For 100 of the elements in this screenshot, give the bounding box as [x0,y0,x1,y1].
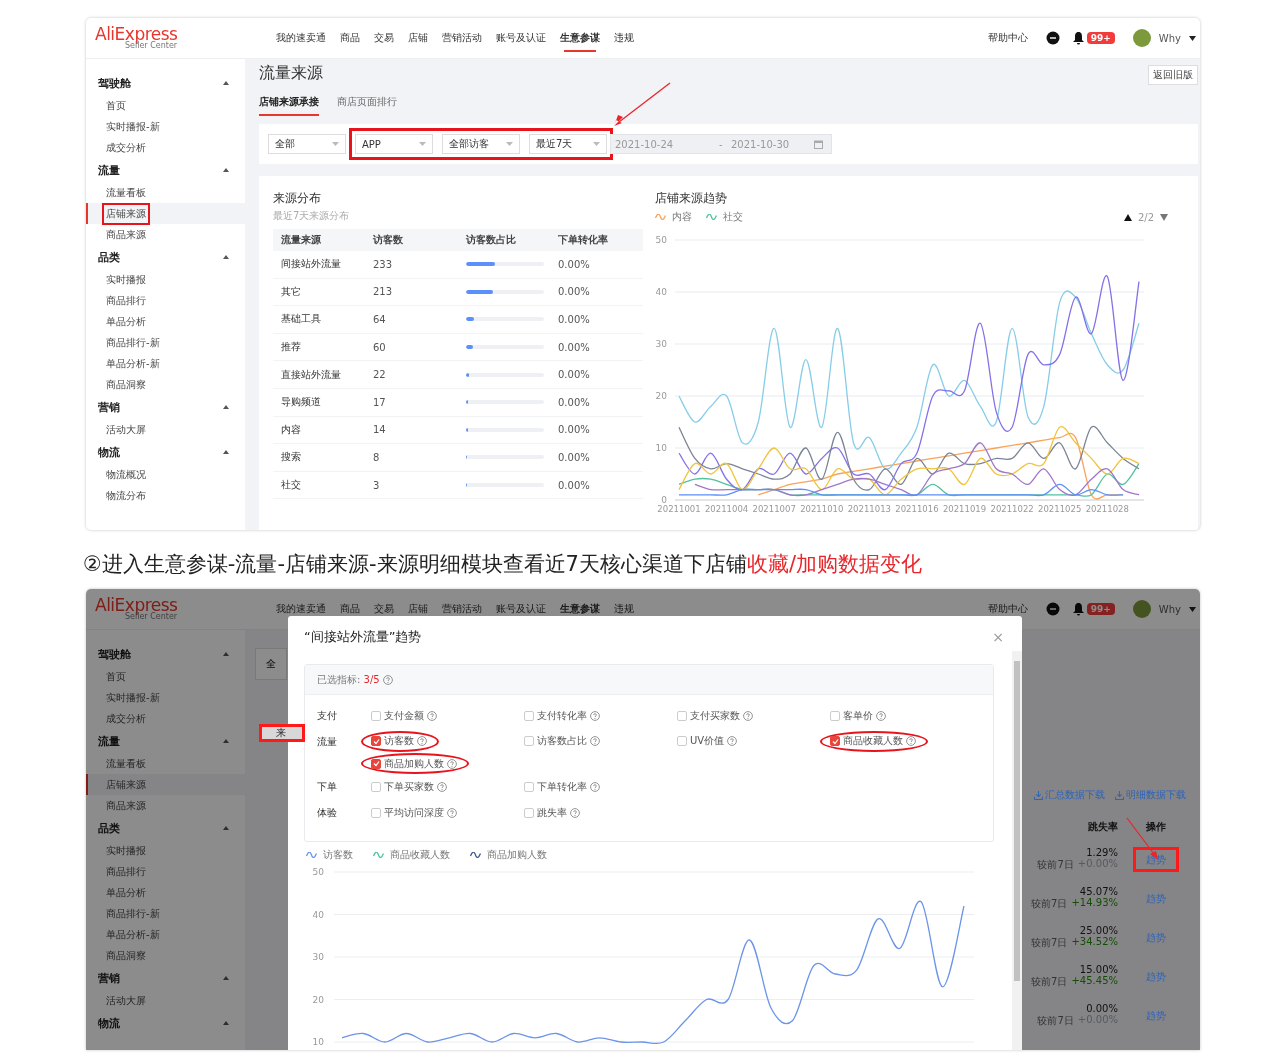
sidebar-item[interactable]: 实时播报 [86,269,245,290]
legend-label[interactable]: 商品加购人数 [487,848,547,863]
collapse-caret-icon[interactable] [223,1021,229,1026]
checkbox[interactable] [371,711,381,722]
down-triangle-icon[interactable] [1160,213,1168,221]
collapse-caret-icon[interactable] [223,652,229,657]
sidebar-group-title[interactable]: 品类 [98,820,120,836]
sidebar-item[interactable]: 商品排行-新 [86,332,245,353]
scrollbar[interactable] [1012,651,1022,1051]
tab[interactable]: 店铺来源承接 [259,95,319,116]
help-icon[interactable] [417,736,427,747]
sidebar-group-title[interactable]: 营销 [98,970,120,986]
help-icon[interactable] [427,711,437,722]
sidebar-item[interactable]: 实时播报-新 [86,687,245,709]
checkbox[interactable] [524,736,534,747]
sidebar-item[interactable]: 实时播报 [86,840,245,862]
dropdown[interactable]: 全 [255,648,287,681]
sidebar-item[interactable]: 店铺来源 [86,203,245,224]
legend-label[interactable]: 内容 [672,210,692,224]
sidebar-item[interactable]: 商品来源 [86,224,245,245]
nav-tab[interactable]: 商品 [340,18,360,58]
checkbox[interactable] [524,711,534,722]
user-name[interactable]: Why [1158,603,1181,615]
sidebar-group-title[interactable]: 流量 [98,733,120,749]
dropdown[interactable]: 全部 [268,134,346,154]
bell-icon[interactable] [1071,31,1085,45]
up-triangle-icon[interactable] [1123,213,1132,221]
collapse-caret-icon[interactable] [223,255,229,259]
help-icon[interactable] [743,711,753,722]
checkbox[interactable] [371,808,381,819]
avatar[interactable] [1132,600,1151,619]
help-icon[interactable] [447,758,457,769]
sidebar-item[interactable]: 单品分析 [86,311,245,332]
sidebar-group-title[interactable]: 物流 [98,1015,120,1031]
sidebar-item[interactable]: 单品分析-新 [86,924,245,946]
metric-label[interactable]: 支付买家数 [690,709,740,724]
collapse-caret-icon[interactable] [223,450,229,454]
sidebar-item[interactable]: 活动大屏 [86,419,245,440]
back-button[interactable]: 返回旧版 [1148,65,1198,85]
help-icon[interactable] [437,782,447,793]
sidebar-item[interactable]: 商品洞察 [86,945,245,967]
collapse-caret-icon[interactable] [223,81,229,85]
collapse-caret-icon[interactable] [223,826,229,831]
sidebar-item[interactable]: 物流分布 [86,485,245,506]
sidebar-group-title[interactable]: 营销 [98,399,120,415]
sidebar-group-title[interactable]: 驾驶舱 [98,646,131,662]
metric-label[interactable]: 支付金额 [384,709,424,724]
help-icon[interactable] [906,736,916,747]
legend-label[interactable]: 商品收藏人数 [390,848,450,863]
sidebar-item[interactable]: 商品洞察 [86,374,245,395]
help-icon[interactable] [447,808,457,819]
sidebar-item[interactable]: 单品分析 [86,882,245,904]
help-icon[interactable] [876,711,886,722]
help-link[interactable]: 帮助中心 [987,602,1028,617]
nav-tab[interactable]: 违规 [614,18,634,58]
sidebar-item[interactable]: 流量看板 [86,182,245,203]
metric-label[interactable]: 访客数占比 [537,734,587,749]
legend-wave-icon[interactable] [306,852,317,859]
dropdown[interactable]: 全部访客 [442,134,520,154]
collapse-caret-icon[interactable] [223,976,229,981]
sidebar-item[interactable]: 首页 [86,666,245,688]
sidebar-item[interactable]: 实时播报-新 [86,116,245,137]
collapse-caret-icon[interactable] [223,739,229,744]
checkbox[interactable] [524,782,534,793]
help-icon[interactable] [570,808,580,819]
sidebar-item[interactable]: 商品排行-新 [86,903,245,925]
checkbox[interactable] [371,782,381,793]
help-icon[interactable] [590,711,600,722]
help-icon[interactable] [382,674,393,685]
nav-tab[interactable]: 生意参谋 [560,589,600,630]
nav-tab[interactable]: 交易 [374,18,394,58]
nav-tab[interactable]: 营销活动 [442,18,482,58]
sidebar-item[interactable]: 活动大屏 [86,990,245,1012]
nav-tab[interactable]: 账号及认证 [496,18,546,58]
sidebar-item[interactable]: 成交分析 [86,708,245,730]
sidebar-item[interactable]: 流量看板 [86,753,245,775]
bell-icon[interactable] [1071,602,1085,617]
metric-label[interactable]: 平均访问深度 [384,806,444,821]
help-icon[interactable] [727,736,738,747]
user-name[interactable]: Why [1158,32,1181,44]
checkbox[interactable] [830,736,840,747]
metric-label[interactable]: 跳失率 [537,806,567,821]
metric-label[interactable]: 客单价 [843,709,873,724]
checkbox[interactable] [524,808,534,819]
sidebar-item[interactable]: 店铺来源 [86,774,245,796]
sidebar-item[interactable]: 商品排行 [86,290,245,311]
download-icon[interactable] [1115,790,1124,800]
avatar[interactable] [1132,29,1151,47]
collapse-caret-icon[interactable] [223,405,229,409]
checkbox[interactable] [830,711,840,722]
tab[interactable]: 商店页面排行 [337,95,397,116]
checkbox[interactable] [677,736,687,747]
download-icon[interactable] [1034,790,1043,800]
caret-icon[interactable] [1189,35,1196,41]
help-icon[interactable] [590,782,600,793]
metric-label[interactable]: 下单转化率 [537,780,587,795]
chat-icon[interactable] [1045,602,1060,617]
dropdown[interactable]: 最近7天 [529,134,607,154]
nav-tab[interactable]: 生意参谋 [560,18,600,58]
sidebar-item[interactable]: 商品来源 [86,795,245,817]
